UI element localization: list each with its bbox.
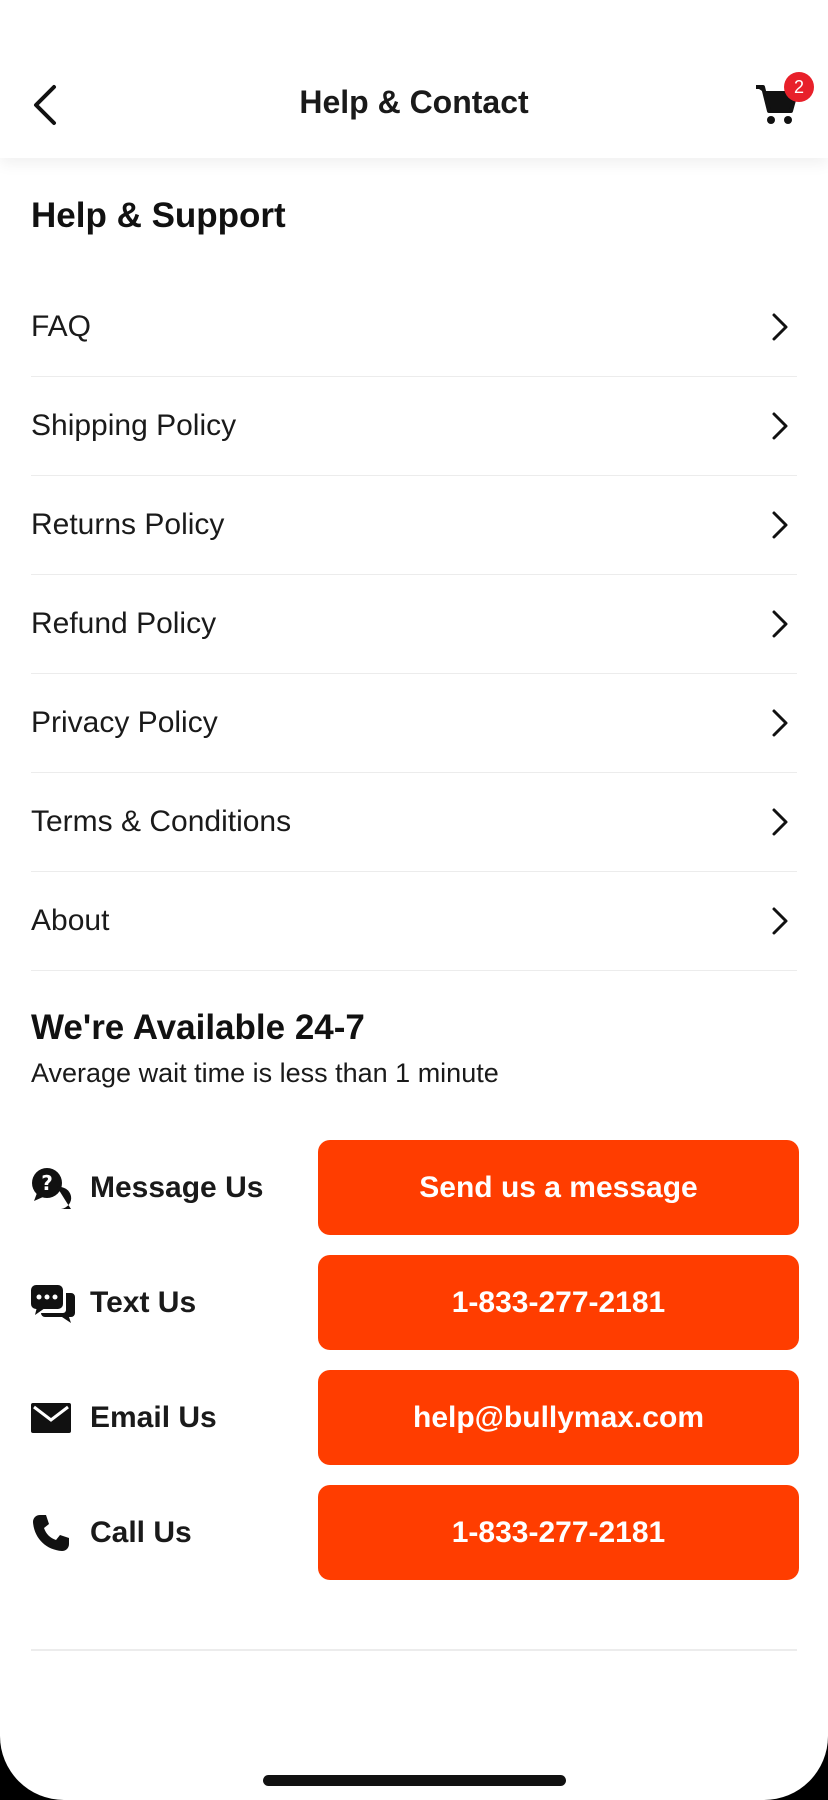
availability-heading: We're Available 24-7 (31, 1008, 365, 1047)
send-message-button[interactable]: Send us a message (318, 1140, 799, 1235)
contact-options: ? Message Us Send us a message Text Us 1… (31, 1140, 799, 1600)
menu-item-about[interactable]: About (31, 872, 797, 971)
menu-item-returns-policy[interactable]: Returns Policy (31, 476, 797, 575)
menu-item-privacy-policy[interactable]: Privacy Policy (31, 674, 797, 773)
menu-item-label: Privacy Policy (31, 706, 218, 739)
contact-label-group: ? Message Us (31, 1165, 263, 1211)
chat-question-icon: ? (31, 1165, 77, 1211)
svg-text:?: ? (41, 1171, 53, 1195)
chevron-right-icon (771, 906, 789, 936)
envelope-icon (31, 1395, 77, 1441)
menu-item-terms-conditions[interactable]: Terms & Conditions (31, 773, 797, 872)
email-button[interactable]: help@bullymax.com (318, 1370, 799, 1465)
contact-row-text: Text Us 1-833-277-2181 (31, 1255, 799, 1350)
contact-row-email: Email Us help@bullymax.com (31, 1370, 799, 1465)
menu-item-label: Returns Policy (31, 508, 225, 541)
support-menu-list: FAQ Shipping Policy Returns Policy Refun… (31, 278, 797, 971)
availability-section: We're Available 24-7 Average wait time i… (31, 1008, 499, 1089)
chevron-right-icon (771, 510, 789, 540)
chevron-right-icon (771, 609, 789, 639)
chevron-right-icon (771, 312, 789, 342)
chevron-right-icon (771, 411, 789, 441)
contact-label-group: Call Us (31, 1510, 192, 1556)
top-app-bar: Help & Contact 2 (0, 0, 828, 158)
menu-item-label: FAQ (31, 310, 92, 343)
contact-label: Text Us (90, 1285, 197, 1319)
chevron-right-icon (771, 708, 789, 738)
contact-label-group: Text Us (31, 1280, 196, 1326)
contact-label: Email Us (90, 1400, 217, 1434)
contact-label: Call Us (90, 1515, 192, 1549)
contact-row-call: Call Us 1-833-277-2181 (31, 1485, 799, 1580)
sms-icon (31, 1280, 77, 1326)
chevron-right-icon (771, 807, 789, 837)
menu-item-label: Refund Policy (31, 607, 217, 640)
help-contact-screen: Help & Contact 2 Help & Support FAQ Ship… (0, 0, 828, 1800)
home-indicator[interactable] (263, 1775, 566, 1786)
text-number-button[interactable]: 1-833-277-2181 (318, 1255, 799, 1350)
wait-time-text: Average wait time is less than 1 minute (31, 1058, 499, 1088)
contact-label-group: Email Us (31, 1395, 217, 1441)
divider (31, 1649, 797, 1651)
menu-item-label: About (31, 904, 110, 937)
menu-item-faq[interactable]: FAQ (31, 278, 797, 377)
call-number-button[interactable]: 1-833-277-2181 (318, 1485, 799, 1580)
phone-icon (31, 1510, 77, 1556)
menu-item-label: Shipping Policy (31, 409, 237, 442)
menu-item-label: Terms & Conditions (31, 805, 292, 838)
page-title: Help & Contact (299, 84, 529, 120)
contact-label: Message Us (90, 1170, 264, 1204)
menu-item-refund-policy[interactable]: Refund Policy (31, 575, 797, 674)
menu-item-shipping-policy[interactable]: Shipping Policy (31, 377, 797, 476)
help-support-heading: Help & Support (31, 196, 286, 235)
cart-button[interactable]: 2 (748, 70, 814, 132)
cart-count-badge: 2 (784, 72, 814, 102)
contact-row-message: ? Message Us Send us a message (31, 1140, 799, 1235)
